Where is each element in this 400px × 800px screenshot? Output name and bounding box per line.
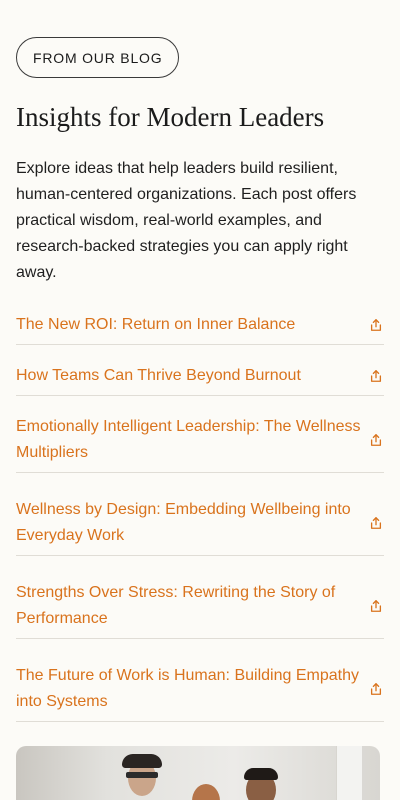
share-icon[interactable] — [368, 317, 384, 333]
person-silhouette — [192, 784, 220, 800]
post-link-5[interactable]: Strengths Over Stress: Rewriting the Sto… — [16, 580, 384, 639]
person-silhouette — [244, 768, 278, 780]
section-title: Insights for Modern Leaders — [16, 102, 325, 132]
post-title[interactable]: Strengths Over Stress: Rewriting the Sto… — [16, 580, 362, 632]
share-icon[interactable] — [368, 432, 384, 448]
post-title[interactable]: Emotionally Intelligent Leadership: The … — [16, 414, 362, 466]
post-title[interactable]: The Future of Work is Human: Building Em… — [16, 663, 362, 715]
glasses-icon — [126, 772, 158, 778]
blog-badge: FROM OUR BLOG — [16, 37, 180, 78]
person-silhouette — [122, 754, 162, 768]
share-icon[interactable] — [368, 368, 384, 384]
background-shelf — [336, 746, 362, 800]
post-link-3[interactable]: Emotionally Intelligent Leadership: The … — [16, 414, 384, 473]
blog-section: FROM OUR BLOG Insights for Modern Leader… — [0, 0, 400, 800]
post-title[interactable]: Wellness by Design: Embedding Wellbeing … — [16, 497, 362, 549]
post-link-1[interactable]: The New ROI: Return on Inner Balance — [16, 312, 384, 345]
share-icon[interactable] — [368, 515, 384, 531]
post-link-2[interactable]: How Teams Can Thrive Beyond Burnout — [16, 363, 384, 396]
post-link-6[interactable]: The Future of Work is Human: Building Em… — [16, 663, 384, 722]
post-link-4[interactable]: Wellness by Design: Embedding Wellbeing … — [16, 497, 384, 556]
section-intro: Explore ideas that help leaders build re… — [16, 160, 357, 281]
share-icon[interactable] — [368, 681, 384, 697]
post-list: The New ROI: Return on Inner Balance How… — [16, 312, 384, 722]
post-title[interactable]: The New ROI: Return on Inner Balance — [16, 312, 295, 338]
team-photo — [16, 746, 380, 800]
share-icon[interactable] — [368, 598, 384, 614]
post-title[interactable]: How Teams Can Thrive Beyond Burnout — [16, 363, 301, 389]
